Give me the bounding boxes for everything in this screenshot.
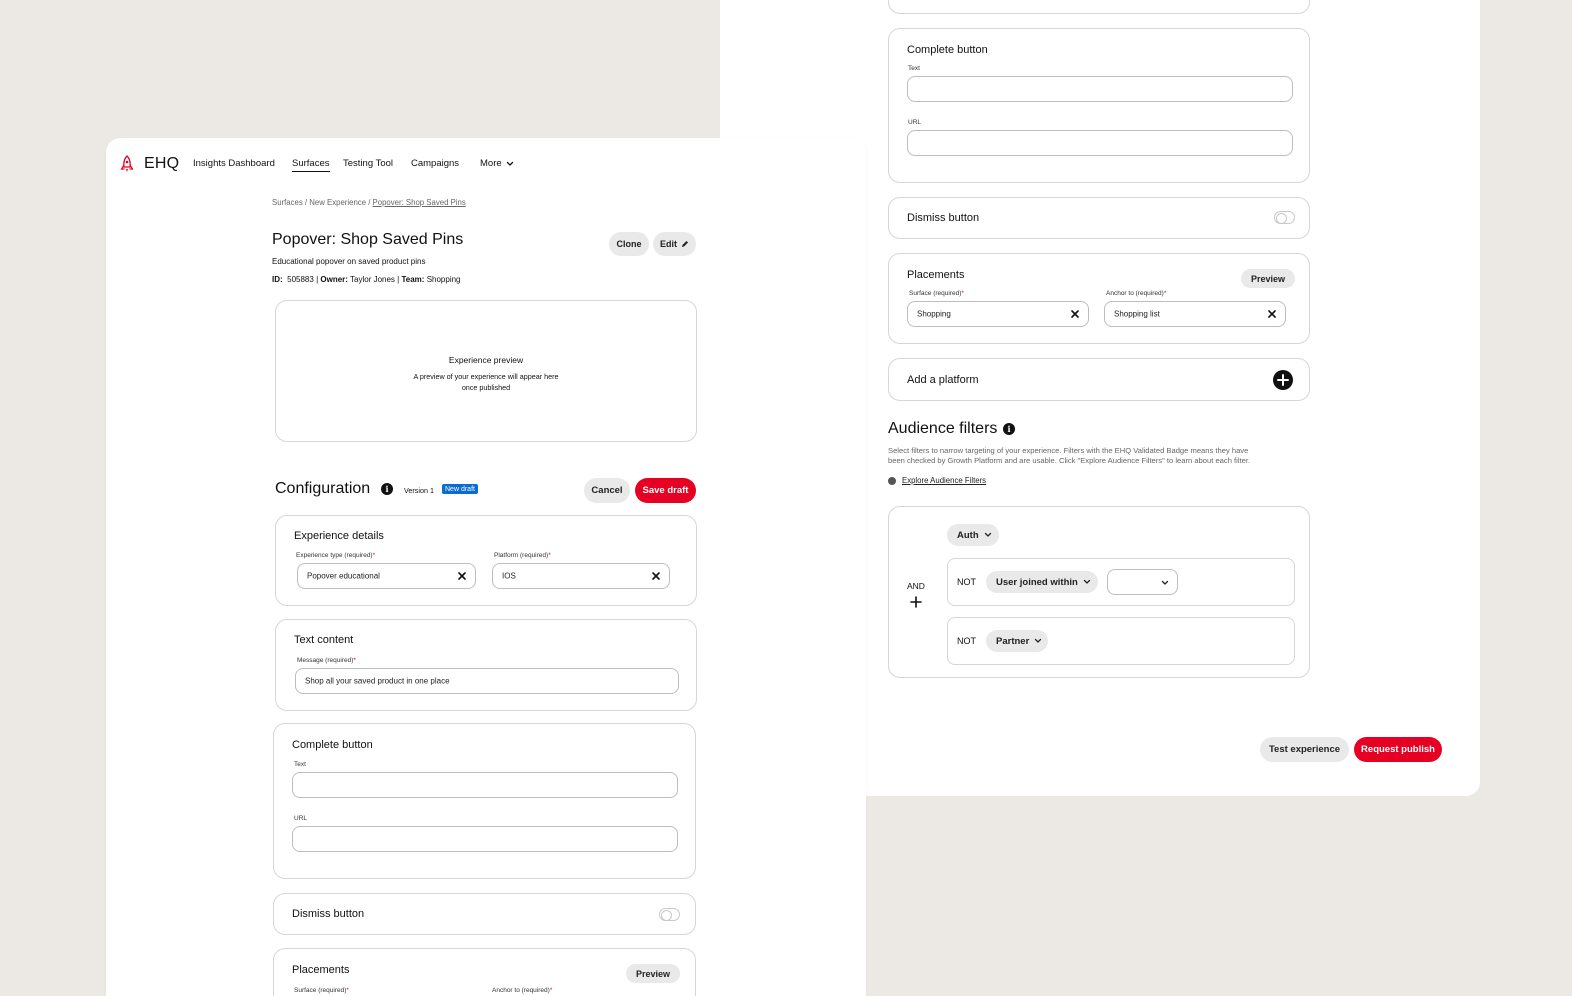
filter-rule-2: NOT Partner bbox=[947, 617, 1295, 665]
complete-url-input[interactable] bbox=[907, 130, 1293, 156]
complete-text-input[interactable] bbox=[292, 772, 678, 798]
url-label: URL bbox=[294, 815, 308, 822]
rule2-not: NOT bbox=[957, 636, 976, 646]
nav-surfaces[interactable]: Surfaces bbox=[292, 158, 330, 172]
chevron-down-icon bbox=[984, 532, 991, 537]
placements-card: Placements Preview Surface (required)* A… bbox=[273, 948, 696, 996]
explore-filters-link[interactable]: Explore Audience Filters bbox=[888, 476, 986, 485]
text-label: Text bbox=[908, 65, 920, 72]
version-label: Version 1 bbox=[404, 486, 434, 495]
breadcrumb-path[interactable]: Surfaces / New Experience / bbox=[272, 198, 370, 207]
filter-rule-1: NOT User joined within bbox=[947, 558, 1295, 606]
pencil-icon bbox=[682, 241, 688, 247]
preview-line-1: A preview of your experience will appear… bbox=[413, 372, 559, 381]
page-title: Popover: Shop Saved Pins bbox=[272, 231, 464, 248]
audience-description: Select filters to narrow targeting of yo… bbox=[888, 446, 1251, 465]
nav-insights-dashboard[interactable]: Insights Dashboard bbox=[193, 158, 275, 169]
new-draft-badge: New draft bbox=[442, 484, 478, 494]
rule1-not: NOT bbox=[957, 577, 976, 587]
placements-preview-button[interactable]: Preview bbox=[1241, 269, 1295, 288]
dismiss-button-title: Dismiss button bbox=[907, 212, 980, 224]
nav-testing-tool[interactable]: Testing Tool bbox=[343, 158, 393, 169]
surface-label: Surface (required)* bbox=[294, 987, 349, 994]
message-input[interactable]: Shop all your saved product in one place bbox=[295, 668, 679, 694]
breadcrumb-current[interactable]: Popover: Shop Saved Pins bbox=[373, 198, 466, 207]
add-platform-card[interactable]: Add a platform bbox=[888, 358, 1310, 401]
complete-button-card: Complete button Text URL bbox=[888, 28, 1310, 183]
filter-group-card: AND Auth NOT User joined within NOT Part… bbox=[888, 506, 1310, 678]
user-joined-within-chip[interactable]: User joined within bbox=[986, 571, 1098, 593]
chevron-down-icon bbox=[1035, 638, 1042, 643]
experience-preview-card: Experience preview A preview of your exp… bbox=[275, 300, 697, 442]
dismiss-button-title: Dismiss button bbox=[292, 908, 365, 920]
cancel-button[interactable]: Cancel bbox=[584, 478, 630, 503]
audience-title: Audience filters bbox=[888, 420, 998, 437]
add-platform-plus-icon[interactable] bbox=[1273, 370, 1293, 390]
edit-button[interactable]: Edit bbox=[653, 232, 696, 256]
experience-type-select[interactable]: Popover educational bbox=[297, 563, 476, 589]
clear-type-icon[interactable] bbox=[457, 571, 467, 581]
experience-details-title: Experience details bbox=[294, 530, 384, 542]
complete-button-card: Complete button Text URL bbox=[273, 723, 696, 879]
preview-title: Experience preview bbox=[448, 355, 524, 365]
configuration-title: Configuration bbox=[275, 480, 371, 497]
complete-button-title: Complete button bbox=[907, 44, 988, 56]
placements-title: Placements bbox=[292, 964, 350, 976]
add-filter-plus-icon[interactable] bbox=[910, 595, 922, 608]
complete-button-title: Complete button bbox=[292, 739, 373, 751]
ehq-logo[interactable]: EHQ bbox=[120, 155, 179, 173]
experience-meta: ID: 505883 | Owner: Taylor Jones | Team:… bbox=[272, 275, 461, 284]
clone-button[interactable]: Clone bbox=[609, 232, 649, 256]
experience-details-card: Experience details Experience type (requ… bbox=[275, 515, 697, 606]
dismiss-button-card: Dismiss button bbox=[273, 893, 696, 935]
experience-description: Educational popover on saved product pin… bbox=[272, 257, 426, 266]
joined-within-select[interactable] bbox=[1107, 569, 1178, 595]
anchor-select[interactable]: Shopping list bbox=[1104, 301, 1286, 327]
chevron-down-icon bbox=[1083, 579, 1090, 584]
audience-info-icon[interactable]: i bbox=[1003, 423, 1015, 435]
compass-icon bbox=[888, 476, 896, 485]
chevron-down-icon bbox=[1161, 580, 1169, 585]
dismiss-toggle[interactable] bbox=[659, 908, 680, 921]
breadcrumb: Surfaces / New Experience / Popover: Sho… bbox=[272, 198, 466, 207]
placements-card: Placements Preview Surface (required)* S… bbox=[888, 253, 1310, 344]
text-label: Text bbox=[294, 761, 306, 768]
placements-title: Placements bbox=[907, 269, 965, 281]
and-operator: AND bbox=[907, 581, 925, 591]
dismiss-button-card: Dismiss button bbox=[888, 197, 1310, 239]
preview-line-2: once published bbox=[461, 383, 511, 392]
anchor-label: Anchor to (required)* bbox=[492, 987, 553, 994]
request-publish-button[interactable]: Request publish bbox=[1354, 737, 1442, 762]
clipped-card bbox=[888, 0, 1310, 14]
surface-label: Surface (required)* bbox=[909, 290, 964, 297]
text-content-card: Text content Message (required)* Shop al… bbox=[275, 619, 697, 711]
add-platform-label: Add a platform bbox=[907, 374, 979, 386]
clear-surface-icon[interactable] bbox=[1070, 309, 1080, 319]
platform-select[interactable]: IOS bbox=[492, 563, 670, 589]
experience-type-label: Experience type (required)* bbox=[296, 552, 376, 559]
nav-campaigns[interactable]: Campaigns bbox=[411, 158, 459, 169]
clear-platform-icon[interactable] bbox=[651, 571, 661, 581]
surface-select[interactable]: Shopping bbox=[907, 301, 1089, 327]
main-config-panel: EHQ Insights Dashboard Surfaces Testing … bbox=[106, 138, 866, 996]
test-experience-button[interactable]: Test experience bbox=[1260, 737, 1349, 762]
message-label: Message (required)* bbox=[297, 657, 356, 664]
chevron-down-icon bbox=[506, 161, 513, 166]
nav-more[interactable]: More bbox=[480, 158, 514, 169]
save-draft-button[interactable]: Save draft bbox=[635, 478, 696, 503]
anchor-label: Anchor to (required)* bbox=[1106, 290, 1167, 297]
auth-chip[interactable]: Auth bbox=[947, 524, 999, 546]
placements-preview-button[interactable]: Preview bbox=[626, 964, 680, 983]
text-content-title: Text content bbox=[294, 634, 354, 646]
clear-anchor-icon[interactable] bbox=[1267, 309, 1277, 319]
dismiss-toggle[interactable] bbox=[1274, 211, 1295, 224]
configuration-info-icon[interactable]: i bbox=[381, 483, 393, 495]
platform-label: Platform (required)* bbox=[494, 552, 551, 559]
url-label: URL bbox=[908, 119, 922, 126]
complete-url-input[interactable] bbox=[292, 826, 678, 852]
complete-text-input[interactable] bbox=[907, 76, 1293, 102]
partner-chip[interactable]: Partner bbox=[986, 630, 1048, 652]
rocket-logo-icon bbox=[120, 155, 134, 172]
